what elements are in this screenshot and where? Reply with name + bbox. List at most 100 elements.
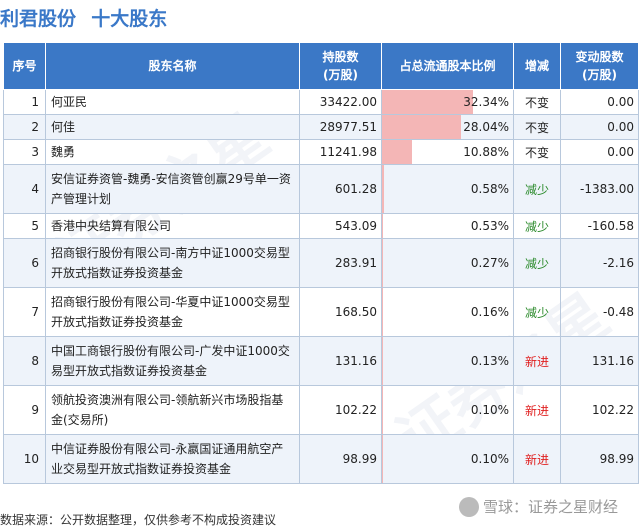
shareholder-name: 领航投资澳洲有限公司-领航新兴市场股指基金(交易所) xyxy=(45,385,300,435)
ratio-value: 0.53% xyxy=(470,219,509,233)
change-status: 减少 xyxy=(513,164,561,214)
row-no: 1 xyxy=(3,89,46,115)
brand-logo: 雪球：证券之星财经 xyxy=(458,496,618,517)
shareholders-table: 序号 股东名称 持股数 (万股) 占总流通股本比例 增减 变动股数 (万股) 1 何亚… xyxy=(3,42,639,484)
ratio-value: 0.13% xyxy=(470,354,509,368)
change-shares: 0.00 xyxy=(560,139,639,165)
row-no: 10 xyxy=(3,434,46,484)
data-source-note: 数据来源：公开数据整理，仅供参考不构成投资建议 xyxy=(0,513,277,527)
shareholder-name: 中信证券股份有限公司-永嬴国证通用航空产业交易型开放式指数证券投资基金 xyxy=(45,434,300,484)
row-no: 9 xyxy=(3,385,46,435)
change-shares: -160.58 xyxy=(560,213,639,239)
table-row: 2 何佳 28977.51 28.04% 不变 0.00 xyxy=(3,114,639,140)
shareholder-name: 魏勇 xyxy=(45,139,300,165)
header-shares: 持股数 (万股) xyxy=(299,42,382,90)
brand-text: 雪球：证券之星财经 xyxy=(482,499,618,516)
row-no: 5 xyxy=(3,213,46,239)
row-no: 3 xyxy=(3,139,46,165)
ratio-value: 10.88% xyxy=(463,145,509,159)
change-status: 新进 xyxy=(513,385,561,435)
ratio-value: 0.10% xyxy=(470,403,509,417)
row-no: 2 xyxy=(3,114,46,140)
change-status: 减少 xyxy=(513,213,561,239)
ratio-bar xyxy=(382,90,473,114)
shareholder-name: 招商银行股份有限公司-华夏中证1000交易型开放式指数证券投资基金 xyxy=(45,287,300,337)
ratio-value: 0.58% xyxy=(470,182,509,196)
table-row: 9 领航投资澳洲有限公司-领航新兴市场股指基金(交易所) 102.22 0.10% 新进… xyxy=(3,385,639,435)
table-row: 6 招商银行股份有限公司-南方中证1000交易型开放式指数证券投资基金 283.91… xyxy=(3,238,639,288)
ratio-value: 0.16% xyxy=(470,305,509,319)
shares: 102.22 xyxy=(299,385,382,435)
change-shares: -1383.00 xyxy=(560,164,639,214)
change-status: 不变 xyxy=(513,114,561,140)
shares: 33422.00 xyxy=(299,89,382,115)
shares: 168.50 xyxy=(299,287,382,337)
header-delta: 变动股数 (万股) xyxy=(560,42,639,90)
ratio-cell: 0.27% xyxy=(381,238,514,288)
change-shares: 102.22 xyxy=(560,385,639,435)
ratio-cell: 0.53% xyxy=(381,213,514,239)
ratio-cell: 28.04% xyxy=(381,114,514,140)
header-ratio: 占总流通股本比例 xyxy=(381,42,514,90)
ratio-cell: 32.34% xyxy=(381,89,514,115)
section-name: 十大股东 xyxy=(91,9,168,30)
shareholder-name: 中国工商银行股份有限公司-广发中证1000交易型开放式指数证券投资基金 xyxy=(45,336,300,386)
table-row: 5 香港中央结算有限公司 543.09 0.53% 减少 -160.58 xyxy=(3,213,639,239)
shareholder-name: 何亚民 xyxy=(45,89,300,115)
change-shares: 131.16 xyxy=(560,336,639,386)
ratio-value: 32.34% xyxy=(463,95,509,109)
shares: 543.09 xyxy=(299,213,382,239)
row-no: 6 xyxy=(3,238,46,288)
shareholder-name: 招商银行股份有限公司-南方中证1000交易型开放式指数证券投资基金 xyxy=(45,238,300,288)
ratio-bar xyxy=(382,115,461,139)
ratio-value: 28.04% xyxy=(463,120,509,134)
shares: 283.91 xyxy=(299,238,382,288)
shares: 601.28 xyxy=(299,164,382,214)
change-shares: -2.16 xyxy=(560,238,639,288)
ratio-bar xyxy=(382,239,383,287)
change-shares: 0.00 xyxy=(560,89,639,115)
table-row: 1 何亚民 33422.00 32.34% 不变 0.00 xyxy=(3,89,639,115)
table-row: 10 中信证券股份有限公司-永嬴国证通用航空产业交易型开放式指数证券投资基金 98.… xyxy=(3,434,639,484)
ratio-cell: 0.16% xyxy=(381,287,514,337)
change-status: 不变 xyxy=(513,139,561,165)
header-no: 序号 xyxy=(3,42,46,90)
change-status: 减少 xyxy=(513,287,561,337)
table-header-row: 序号 股东名称 持股数 (万股) 占总流通股本比例 增减 变动股数 (万股) xyxy=(3,42,639,90)
shares: 98.99 xyxy=(299,434,382,484)
shares: 131.16 xyxy=(299,336,382,386)
change-status: 减少 xyxy=(513,238,561,288)
shares: 11241.98 xyxy=(299,139,382,165)
ratio-cell: 0.13% xyxy=(381,336,514,386)
row-no: 4 xyxy=(3,164,46,214)
table-row: 8 中国工商银行股份有限公司-广发中证1000交易型开放式指数证券投资基金 131.… xyxy=(3,336,639,386)
change-status: 不变 xyxy=(513,89,561,115)
row-no: 7 xyxy=(3,287,46,337)
company-name: 利君股份 xyxy=(0,9,77,30)
ratio-cell: 0.58% xyxy=(381,164,514,214)
ratio-bar xyxy=(382,214,384,238)
table-row: 3 魏勇 11241.98 10.88% 不变 0.00 xyxy=(3,139,639,165)
table-row: 7 招商银行股份有限公司-华夏中证1000交易型开放式指数证券投资基金 168.50… xyxy=(3,287,639,337)
ratio-value: 0.10% xyxy=(470,452,509,466)
ratio-cell: 0.10% xyxy=(381,434,514,484)
ratio-bar xyxy=(382,140,413,164)
change-status: 新进 xyxy=(513,434,561,484)
change-shares: 0.00 xyxy=(560,114,639,140)
ratio-cell: 0.10% xyxy=(381,385,514,435)
shareholder-name: 何佳 xyxy=(45,114,300,140)
ratio-cell: 10.88% xyxy=(381,139,514,165)
header-name: 股东名称 xyxy=(45,42,300,90)
shares: 28977.51 xyxy=(299,114,382,140)
ratio-value: 0.27% xyxy=(470,256,509,270)
table-row: 4 安信证券资管-魏勇-安信资管创赢29号单一资产管理计划 601.28 0.58% 减… xyxy=(3,164,639,214)
row-no: 8 xyxy=(3,336,46,386)
snowball-icon xyxy=(458,496,479,517)
ratio-bar xyxy=(382,165,384,213)
page-title: 利君股份 十大股东 xyxy=(0,4,177,30)
shareholder-name: 香港中央结算有限公司 xyxy=(45,213,300,239)
change-shares: -0.48 xyxy=(560,287,639,337)
change-shares: 98.99 xyxy=(560,434,639,484)
change-status: 新进 xyxy=(513,336,561,386)
shareholder-name: 安信证券资管-魏勇-安信资管创赢29号单一资产管理计划 xyxy=(45,164,300,214)
